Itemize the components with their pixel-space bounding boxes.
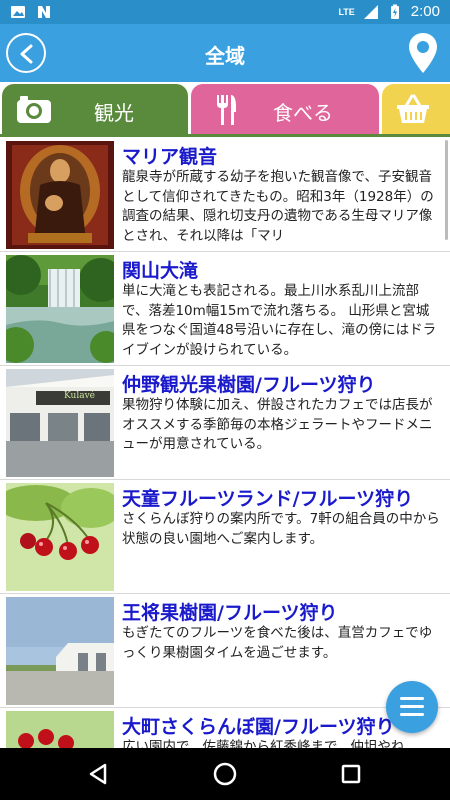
item-description: 龍泉寺が所蔵する幼子を抱いた観音像で、子安観音として信仰されてきたもの。昭和3年… bbox=[122, 169, 434, 244]
nav-home-button[interactable] bbox=[211, 760, 239, 788]
list-item[interactable]: Kulavé 仲野観光果樹園/フルーツ狩り 果物狩り体験に加え、併設されたカフェ… bbox=[0, 366, 450, 480]
circle-home-icon bbox=[213, 762, 237, 786]
system-nav-bar bbox=[0, 748, 450, 800]
nav-back-button[interactable] bbox=[85, 760, 113, 788]
battery-icon bbox=[390, 4, 399, 19]
waterfall-thumbnail bbox=[6, 255, 114, 363]
camera-icon bbox=[17, 96, 51, 123]
network-label: LTE bbox=[338, 6, 355, 17]
item-title: 王将果樹園/フルーツ狩り bbox=[122, 602, 338, 624]
item-title: 大町さくらんぼ園/フルーツ狩り bbox=[122, 716, 395, 738]
spot-list[interactable]: マリア観音 龍泉寺が所蔵する幼子を抱いた観音像で、子安観音として信仰されてきたも… bbox=[0, 138, 450, 748]
hamburger-menu-icon bbox=[400, 697, 424, 716]
image-notification-icon bbox=[11, 6, 25, 18]
triangle-back-icon bbox=[89, 763, 107, 785]
cafe-thumbnail: Kulavé bbox=[6, 369, 114, 477]
item-description: 単に大滝とも表記される。最上川水系乱川上流部で、落差10m幅15mで流れ落ちる。… bbox=[122, 283, 437, 358]
item-description: さくらんぼ狩りの案内所です。7軒の組合員の中から状態の良い園地へご案内します。 bbox=[122, 511, 440, 547]
maria-kannon-thumbnail bbox=[6, 141, 114, 249]
list-item[interactable]: 天童フルーツランド/フルーツ狩り さくらんぼ狩りの案内所です。7軒の組合員の中か… bbox=[0, 480, 450, 594]
category-tabs: 観光 食べる bbox=[0, 82, 450, 137]
item-title: マリア観音 bbox=[122, 146, 218, 168]
tabs-divider bbox=[0, 134, 450, 137]
tab-taberu-label: 食べる bbox=[273, 101, 333, 125]
signal-icon bbox=[363, 4, 378, 19]
orchard-building-thumbnail bbox=[6, 597, 114, 705]
list-item[interactable]: 大町さくらんぼ園/フルーツ狩り 広い園内で、佐藤錦から紅秀峰まで、仲坦やね bbox=[0, 708, 450, 748]
scrollbar[interactable] bbox=[445, 140, 448, 240]
item-title: 関山大滝 bbox=[122, 260, 199, 282]
item-title: 天童フルーツランド/フルーツ狩り bbox=[122, 488, 414, 510]
square-recents-icon bbox=[341, 764, 361, 784]
cafe-sign-text: Kulavé bbox=[64, 391, 95, 401]
tab-kaimono[interactable] bbox=[382, 84, 450, 136]
tab-taberu[interactable]: 食べる bbox=[191, 84, 379, 136]
basket-icon bbox=[397, 94, 429, 123]
tab-kanko-label: 観光 bbox=[94, 101, 134, 125]
app-bar: 全域 bbox=[0, 24, 450, 82]
item-title: 仲野観光果樹園/フルーツ狩り bbox=[122, 374, 376, 396]
page-title: 全域 bbox=[205, 44, 245, 68]
item-description: 果物狩り体験に加え、併設されたカフェでは店長がオススメする季節毎の本格ジェラート… bbox=[122, 397, 433, 452]
cherry-orchard-thumbnail bbox=[6, 711, 114, 748]
item-description: 広い園内で、佐藤錦から紅秀峰まで、仲坦やね bbox=[122, 739, 405, 748]
list-item[interactable]: マリア観音 龍泉寺が所蔵する幼子を抱いた観音像で、子安観音として信仰されてきたも… bbox=[0, 138, 450, 252]
list-item[interactable]: 関山大滝 単に大滝とも表記される。最上川水系乱川上流部で、落差10m幅15mで流… bbox=[0, 252, 450, 366]
tab-kanko[interactable]: 観光 bbox=[2, 84, 188, 136]
status-bar: LTE 2:00 bbox=[0, 0, 450, 24]
nav-recents-button[interactable] bbox=[337, 760, 365, 788]
n-notification-icon bbox=[38, 6, 50, 18]
list-item[interactable]: 王将果樹園/フルーツ狩り もぎたてのフルーツを食べた後は、直営カフェでゆっくり果… bbox=[0, 594, 450, 708]
cherries-thumbnail bbox=[6, 483, 114, 591]
map-button[interactable] bbox=[408, 32, 438, 74]
menu-fab-button[interactable] bbox=[386, 681, 438, 733]
status-time: 2:00 bbox=[410, 3, 440, 20]
map-pin-icon bbox=[409, 33, 437, 73]
cutlery-icon bbox=[217, 95, 236, 125]
